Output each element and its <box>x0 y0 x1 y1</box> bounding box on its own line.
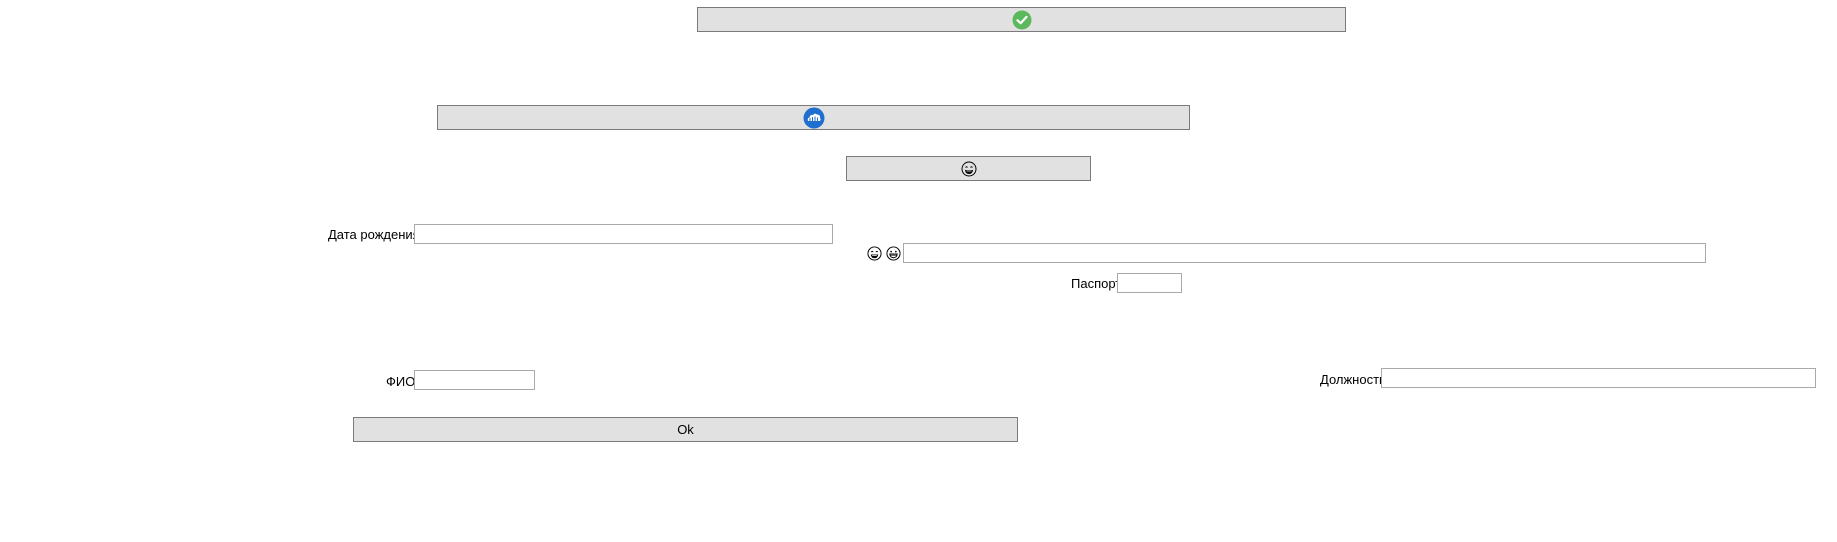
passport-label: Паспорт <box>1071 276 1122 291</box>
grinning-emoji-icon <box>886 246 901 261</box>
cloud-button[interactable] <box>437 105 1190 130</box>
birth-date-field[interactable] <box>414 224 833 244</box>
laughing-emoji-icon <box>961 161 977 177</box>
check-icon <box>1012 10 1032 30</box>
cloud-icon <box>803 107 825 129</box>
birth-date-label: Дата рождения <box>328 227 420 242</box>
full-name-label: ФИО <box>386 374 416 389</box>
confirm-button[interactable] <box>697 7 1346 32</box>
emoji-button[interactable] <box>846 156 1091 181</box>
ok-button[interactable]: Ok <box>353 417 1018 442</box>
emoji-input-field[interactable] <box>903 243 1706 263</box>
laughing-emoji-icon <box>867 246 882 261</box>
position-field[interactable] <box>1381 368 1816 388</box>
full-name-field[interactable] <box>414 370 535 390</box>
passport-field[interactable] <box>1117 273 1182 293</box>
position-label: Должность <box>1320 372 1386 387</box>
